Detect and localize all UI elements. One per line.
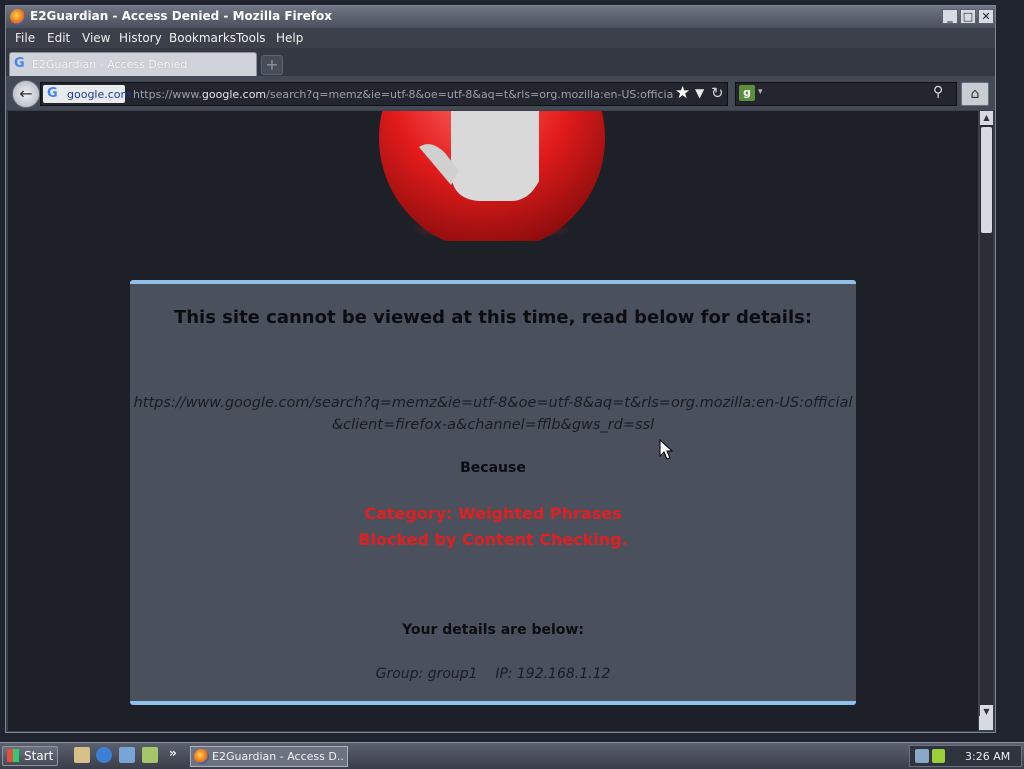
close-button[interactable]: ✕	[978, 9, 994, 24]
details-heading: Your details are below:	[402, 622, 584, 638]
stop-hand-icon	[379, 111, 605, 241]
menu-file[interactable]: File	[15, 31, 35, 45]
url-path: /search?q=memz&ie=utf-8&oe=utf-8&aq=t&rl…	[266, 88, 673, 101]
window-title: E2Guardian - Access Denied - Mozilla Fir…	[30, 9, 332, 23]
tray-app-icon[interactable]	[932, 749, 945, 763]
tab-active[interactable]: G E2Guardian - Access Denied	[9, 52, 257, 76]
start-label: Start	[24, 749, 54, 763]
quicklaunch-show-desktop-icon[interactable]	[74, 747, 90, 763]
reason-category: Category: Weighted Phrases	[364, 504, 622, 523]
firefox-icon	[10, 9, 26, 25]
start-logo-icon	[7, 749, 19, 762]
clock[interactable]: 3:26 AM	[965, 750, 1010, 763]
blocked-url: https://www.google.com/search?q=memz&ie=…	[133, 395, 853, 433]
taskbar: Start » E2Guardian - Access D... 3:26 AM	[0, 742, 1024, 769]
title-bar[interactable]: E2Guardian - Access Denied - Mozilla Fir…	[6, 6, 995, 28]
google-icon: G	[14, 56, 25, 71]
navigation-bar: ← G google.com https://www.google.com/se…	[6, 76, 995, 110]
maximize-button[interactable]: □	[960, 9, 976, 24]
menu-bar: File Edit View History Bookmarks Tools H…	[6, 28, 995, 48]
menu-history[interactable]: History	[119, 31, 162, 45]
vertical-scrollbar[interactable]: ▲ ▼	[979, 111, 993, 723]
network-icon[interactable]	[915, 749, 929, 763]
quicklaunch-mail-icon[interactable]	[119, 747, 135, 763]
browser-window: E2Guardian - Access Denied - Mozilla Fir…	[5, 5, 996, 733]
bookmark-star-icon[interactable]: ★	[675, 83, 690, 103]
tab-bar: G E2Guardian - Access Denied +	[6, 48, 995, 76]
menu-bookmarks[interactable]: Bookmarks	[169, 31, 236, 45]
quicklaunch-app-icon[interactable]	[142, 747, 158, 763]
page-content: This site cannot be viewed at this time,…	[8, 111, 978, 731]
minimize-button[interactable]: _	[942, 9, 958, 24]
menu-help[interactable]: Help	[276, 31, 303, 45]
site-identity-button[interactable]: G google.com	[43, 85, 131, 103]
tab-label: E2Guardian - Access Denied	[32, 58, 188, 71]
start-button[interactable]: Start	[2, 746, 58, 766]
search-engine-icon[interactable]: g	[739, 85, 755, 101]
quicklaunch-more-button[interactable]: »	[169, 746, 177, 760]
quicklaunch-browser-icon[interactable]	[96, 747, 112, 763]
system-tray: 3:26 AM	[909, 745, 1022, 767]
url-text[interactable]: https://www.google.com/search?q=memz&ie=…	[133, 88, 673, 101]
access-denied-panel: This site cannot be viewed at this time,…	[130, 280, 856, 705]
mouse-cursor-icon	[659, 439, 673, 460]
history-dropdown-icon[interactable]: ▼	[695, 86, 704, 100]
url-prefix: https://www.	[133, 88, 202, 101]
firefox-icon	[194, 749, 209, 764]
site-identity-label: google.com	[67, 88, 132, 101]
menu-tools[interactable]: Tools	[236, 31, 266, 45]
taskbar-firefox-button[interactable]: E2Guardian - Access D...	[190, 746, 348, 767]
search-icon[interactable]: ⚲	[933, 84, 943, 100]
scroll-thumb[interactable]	[981, 127, 992, 233]
reason-detail: Blocked by Content Checking.	[358, 530, 628, 549]
menu-edit[interactable]: Edit	[47, 31, 70, 45]
search-engine-dropdown-icon[interactable]: ▾	[758, 87, 763, 97]
user-details: Group: group1 IP: 192.168.1.12	[375, 666, 611, 682]
because-label: Because	[460, 460, 526, 476]
url-bar[interactable]: G google.com https://www.google.com/sear…	[40, 82, 728, 106]
search-bar[interactable]: g ▾ ⚲	[735, 82, 957, 106]
new-tab-button[interactable]: +	[261, 55, 283, 75]
page-heading: This site cannot be viewed at this time,…	[173, 307, 813, 328]
scroll-up-button[interactable]: ▲	[980, 111, 993, 125]
url-domain: google.com	[201, 88, 267, 101]
resize-grip[interactable]	[979, 716, 993, 730]
back-button[interactable]: ←	[12, 80, 40, 108]
google-icon: G	[47, 86, 58, 101]
home-button[interactable]: ⌂	[961, 82, 989, 106]
menu-view[interactable]: View	[82, 31, 110, 45]
taskbar-item-label: E2Guardian - Access D...	[212, 750, 344, 763]
reload-icon[interactable]: ↻	[711, 84, 724, 102]
